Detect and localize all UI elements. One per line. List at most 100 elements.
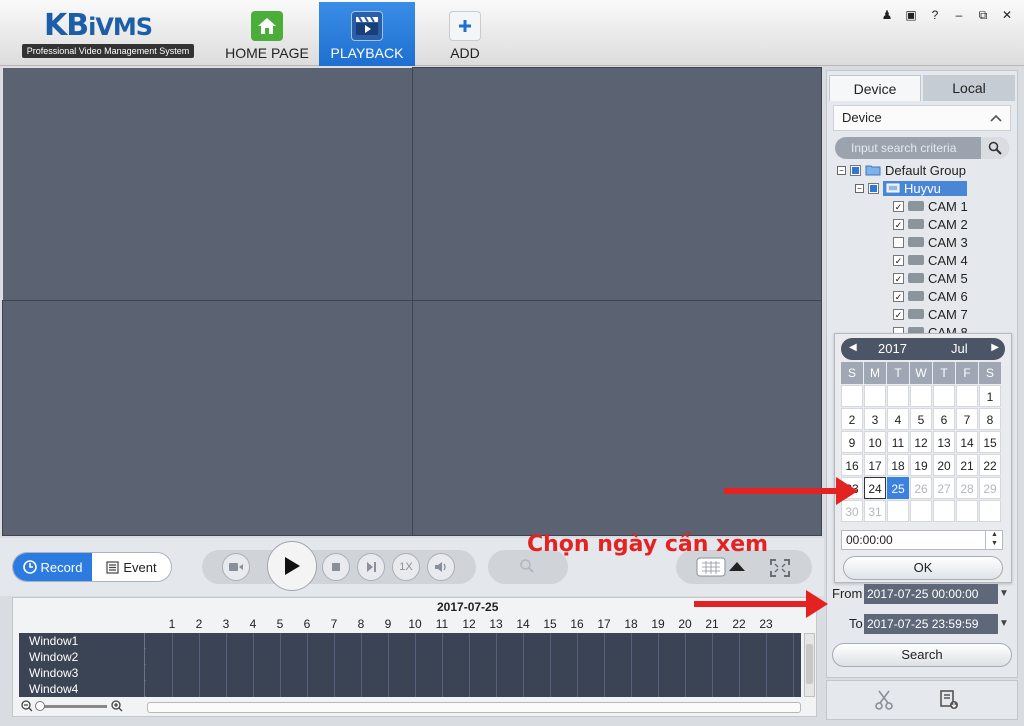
zoom-slider[interactable] — [35, 700, 107, 711]
record-mode-button[interactable]: Record — [13, 553, 92, 581]
tree-node-camera[interactable]: ✓ CAM 5 — [893, 269, 968, 287]
calendar-day[interactable]: 2 — [841, 408, 863, 430]
calendar-day[interactable]: 27 — [933, 477, 955, 499]
from-datetime-field[interactable]: 2017-07-25 00:00:00 — [864, 584, 998, 604]
prev-month-icon[interactable]: ◀ — [849, 342, 857, 353]
timeline-row[interactable]: Window4 — [19, 681, 801, 697]
fullscreen-icon[interactable] — [770, 559, 790, 580]
device-checkbox[interactable] — [868, 182, 879, 194]
scissors-icon[interactable] — [875, 690, 893, 710]
tree-node-camera[interactable]: ✓ CAM 2 — [893, 215, 968, 233]
camera-checkbox[interactable] — [893, 236, 904, 248]
timeline-track[interactable] — [146, 649, 801, 665]
sync-icon[interactable] — [222, 553, 250, 581]
calendar-day[interactable]: 18 — [887, 454, 909, 476]
stop-button[interactable] — [322, 553, 350, 581]
calendar-day[interactable]: 24 — [864, 477, 886, 499]
spin-down-icon[interactable]: ▼ — [986, 539, 1003, 548]
calendar-day[interactable]: 15 — [979, 431, 1001, 453]
next-frame-button[interactable] — [357, 553, 385, 581]
digital-zoom-icon[interactable] — [519, 558, 535, 577]
zoom-out-icon[interactable] — [21, 700, 33, 712]
calendar-day[interactable]: 21 — [956, 454, 978, 476]
search-icon[interactable] — [981, 137, 1009, 159]
calendar-day[interactable]: 26 — [910, 477, 932, 499]
zoom-slider-handle[interactable] — [35, 700, 45, 711]
nav-tab-add[interactable]: ADD — [420, 2, 510, 66]
help-icon[interactable]: ? — [928, 8, 942, 23]
video-window-2[interactable] — [412, 67, 822, 301]
calendar-day[interactable]: 19 — [910, 454, 932, 476]
to-dropdown-icon[interactable]: ▼ — [996, 614, 1012, 634]
timeline-row[interactable]: Window3 — [19, 665, 801, 681]
video-window-3[interactable] — [2, 300, 413, 536]
calendar-day[interactable]: 1 — [979, 385, 1001, 407]
search-button[interactable]: Search — [832, 643, 1012, 667]
calendar-day[interactable]: 20 — [933, 454, 955, 476]
timeline-track[interactable] — [146, 633, 801, 649]
chevron-up-icon[interactable] — [990, 114, 1002, 122]
calendar-time-input[interactable]: 00:00:00 — [841, 530, 1003, 550]
timeline-horizontal-scrollbar[interactable] — [147, 702, 801, 713]
timeline-track[interactable] — [146, 681, 801, 697]
calendar-day[interactable]: 12 — [910, 431, 932, 453]
volume-button[interactable] — [427, 553, 455, 581]
scroll-thumb[interactable] — [806, 644, 813, 684]
split-layout-icon[interactable] — [696, 556, 746, 581]
calendar-day[interactable]: 28 — [956, 477, 978, 499]
event-mode-button[interactable]: Event — [92, 553, 171, 581]
to-datetime-field[interactable]: 2017-07-25 23:59:59 — [864, 614, 998, 634]
calendar-day[interactable]: 22 — [979, 454, 1001, 476]
speed-button[interactable]: 1X — [392, 553, 420, 581]
camera-checkbox[interactable]: ✓ — [893, 290, 904, 302]
calendar-day[interactable]: 17 — [864, 454, 886, 476]
calendar-month[interactable]: Jul — [951, 341, 968, 356]
tree-node-camera[interactable]: ✓ CAM 4 — [893, 251, 968, 269]
download-icon[interactable] — [939, 690, 959, 710]
device-node-selected[interactable]: Huyvu — [883, 180, 967, 196]
calendar-day[interactable]: 10 — [864, 431, 886, 453]
calendar-day[interactable]: 3 — [864, 408, 886, 430]
restore-icon[interactable]: ⧉ — [976, 8, 990, 23]
camera-checkbox[interactable]: ✓ — [893, 200, 904, 212]
tree-node-device[interactable]: − Huyvu — [855, 179, 967, 197]
device-section-header[interactable]: Device — [833, 105, 1011, 131]
timeline-row[interactable]: Window1 — [19, 633, 801, 649]
timeline-track[interactable] — [146, 665, 801, 681]
collapse-icon[interactable]: − — [855, 183, 864, 193]
calendar-day[interactable]: 25 — [887, 477, 909, 499]
camera-checkbox[interactable]: ✓ — [893, 218, 904, 230]
camera-checkbox[interactable]: ✓ — [893, 272, 904, 284]
tab-local[interactable]: Local — [923, 75, 1015, 101]
collapse-icon[interactable]: − — [837, 165, 846, 175]
calendar-day[interactable]: 8 — [979, 408, 1001, 430]
video-window-4[interactable] — [412, 300, 822, 536]
calendar-day[interactable]: 6 — [933, 408, 955, 430]
timeline-row[interactable]: Window2 — [19, 649, 801, 665]
tree-node-camera[interactable]: ✓ CAM 7 — [893, 305, 968, 323]
group-checkbox[interactable] — [850, 164, 861, 176]
device-search-input[interactable] — [835, 137, 981, 159]
tree-node-camera[interactable]: ✓ CAM 1 — [893, 197, 968, 215]
user-icon[interactable]: ♟ — [880, 8, 894, 23]
lock-icon[interactable]: ▣ — [904, 8, 918, 23]
from-dropdown-icon[interactable]: ▼ — [996, 584, 1012, 604]
nav-tab-playback[interactable]: PLAYBACK — [319, 2, 415, 66]
calendar-day[interactable]: 16 — [841, 454, 863, 476]
calendar-day[interactable]: 11 — [887, 431, 909, 453]
spin-up-icon[interactable]: ▲ — [986, 530, 1003, 539]
minimize-icon[interactable]: – — [952, 8, 966, 23]
camera-checkbox[interactable]: ✓ — [893, 308, 904, 320]
time-spinner[interactable]: ▲ ▼ — [985, 530, 1003, 550]
timeline[interactable]: 2017-07-25 1 2 3 4 5 6 7 8 9 10 11 12 13 14 15 16 17 18 19… — [12, 597, 817, 717]
tree-node-camera[interactable]: ✓ CAM 6 — [893, 287, 968, 305]
calendar-day[interactable]: 5 — [910, 408, 932, 430]
calendar-day[interactable]: 13 — [933, 431, 955, 453]
calendar-day[interactable]: 14 — [956, 431, 978, 453]
video-window-1[interactable] — [2, 67, 413, 301]
play-button[interactable] — [267, 541, 317, 591]
timeline-vertical-scrollbar[interactable] — [804, 633, 815, 697]
tree-node-camera[interactable]: CAM 3 — [893, 233, 968, 251]
camera-checkbox[interactable]: ✓ — [893, 254, 904, 266]
calendar-ok-button[interactable]: OK — [843, 556, 1003, 580]
